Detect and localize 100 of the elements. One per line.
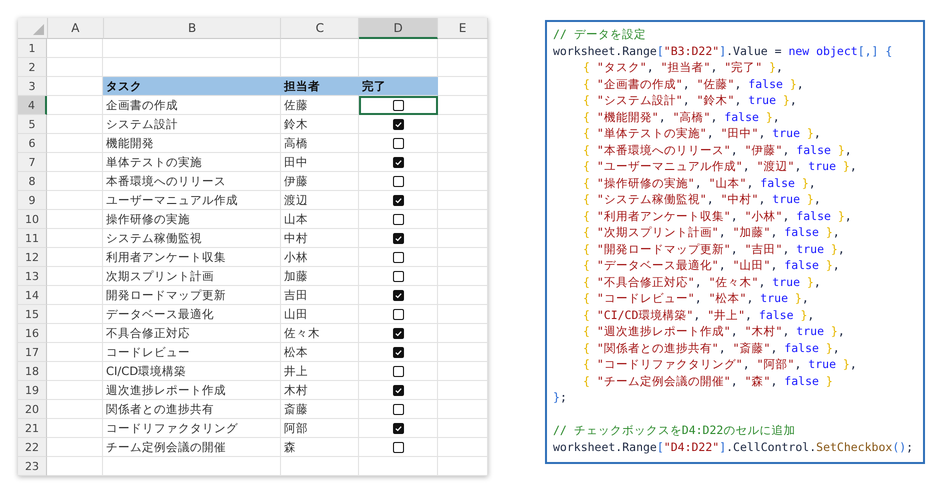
table-cell: 伊藤	[281, 172, 359, 191]
table-header-cell: 完了	[359, 77, 438, 96]
table-cell: 加藤	[281, 267, 359, 286]
row-header[interactable]: 19	[18, 381, 47, 400]
table-cell: データベース最適化	[103, 305, 281, 324]
row-header[interactable]: 14	[18, 286, 47, 305]
row-header[interactable]: 13	[18, 267, 47, 286]
table-cell: コードリファクタリング	[103, 419, 281, 438]
table-cell: 本番環境へのリリース	[103, 172, 281, 191]
code-line: // チェックボックスをD4:D22のセルに追加	[553, 422, 796, 438]
table-cell: 鈴木	[281, 115, 359, 134]
table-cell: 阿部	[281, 419, 359, 438]
row-header[interactable]: 18	[18, 362, 47, 381]
row-header[interactable]: 6	[18, 134, 47, 153]
row-header[interactable]: 8	[18, 172, 47, 191]
table-cell: 機能開発	[103, 134, 281, 153]
row-header[interactable]: 7	[18, 153, 47, 172]
row-header[interactable]: 16	[18, 324, 47, 343]
checkbox[interactable]	[392, 118, 404, 130]
table-cell: ユーザーマニュアル作成	[103, 191, 281, 210]
table-cell: システム稼働監視	[103, 229, 281, 248]
checkbox[interactable]	[392, 308, 404, 320]
table-cell: コードレビュー	[103, 343, 281, 362]
column-header[interactable]: D	[359, 18, 438, 39]
code-line: { "本番環境へのリリース", "伊藤", false },	[582, 142, 853, 158]
table-header-cell: タスク	[103, 77, 281, 96]
triangle-icon	[32, 24, 44, 35]
row-header[interactable]: 4	[18, 96, 47, 115]
table-cell: 木村	[281, 381, 359, 400]
table-cell: 開発ロードマップ更新	[103, 286, 281, 305]
row-header[interactable]: 3	[18, 77, 47, 96]
checkbox[interactable]	[392, 328, 404, 338]
checkbox[interactable]	[392, 176, 404, 186]
code-line: { "操作研修の実施", "山本", false },	[582, 174, 817, 191]
checkbox[interactable]	[392, 422, 404, 434]
code-line: { "コードレビュー", "松本", true },	[582, 290, 810, 306]
table-cell: 斎藤	[281, 400, 359, 419]
table-cell: 次期スプリント計画	[103, 267, 281, 286]
checkbox[interactable]	[392, 100, 404, 110]
row-header[interactable]: 20	[18, 400, 47, 419]
table-cell: 単体テストの実施	[103, 153, 281, 172]
row-header[interactable]: 10	[18, 210, 47, 229]
column-header[interactable]: E	[438, 18, 488, 39]
table-cell: CI/CD環境構築	[103, 362, 281, 381]
table-cell: 井上	[281, 362, 359, 381]
row-header[interactable]: 12	[18, 248, 47, 267]
checkbox[interactable]	[392, 366, 404, 376]
code-line: // データを設定	[553, 26, 647, 42]
column-header[interactable]: A	[48, 18, 104, 39]
code-line: { "企画書の作成", "佐藤", false },	[582, 76, 805, 92]
table-cell: 森	[281, 438, 359, 457]
checkbox[interactable]	[392, 214, 404, 224]
checkbox[interactable]	[392, 442, 404, 452]
code-line: worksheet.Range["D4:D22"].CellControl.SetCheckbox();	[553, 438, 914, 455]
row-header[interactable]: 5	[18, 115, 47, 134]
checkbox[interactable]	[392, 138, 404, 148]
code-line: { "開発ロードマップ更新", "吉田", true },	[582, 240, 846, 257]
row-header[interactable]: 1	[18, 39, 47, 58]
checkbox[interactable]	[392, 290, 404, 300]
code-line: { "機能開発", "高橋", false },	[582, 108, 781, 125]
table-header-cell: 担当者	[281, 77, 359, 96]
checkbox[interactable]	[392, 156, 404, 168]
code-line: { "コードリファクタリング", "阿部", true },	[582, 356, 858, 372]
row-header[interactable]: 23	[18, 457, 47, 476]
table-cell: 小林	[281, 248, 359, 267]
checkbox[interactable]	[392, 232, 404, 244]
table-cell: 中村	[281, 229, 359, 248]
code-line: { "システム稼働監視", "中村", true },	[582, 191, 822, 208]
row-header[interactable]: 22	[18, 438, 47, 457]
table-cell: 操作研修の実施	[103, 210, 281, 229]
code-line: { "次期スプリント計画", "加藤", false },	[582, 224, 841, 240]
row-header[interactable]: 15	[18, 305, 47, 324]
table-cell: 高橋	[281, 134, 359, 153]
checkbox[interactable]	[392, 194, 404, 206]
row-header[interactable]: 21	[18, 419, 47, 438]
table-cell: 吉田	[281, 286, 359, 305]
table-cell: 週次進捗レポート作成	[103, 381, 281, 400]
row-header[interactable]: 2	[18, 58, 47, 77]
code-line: { "週次進捗レポート作成", "木村", true },	[582, 323, 846, 340]
code-line: { "タスク", "担当者", "完了" },	[582, 59, 784, 76]
checkbox[interactable]	[392, 346, 404, 358]
row-header[interactable]: 11	[18, 229, 47, 248]
checkbox[interactable]	[392, 404, 404, 414]
column-header[interactable]: C	[281, 18, 360, 39]
code-line: { "データベース最適化", "山田", false },	[582, 257, 841, 274]
table-cell: 田中	[281, 153, 359, 172]
checkbox[interactable]	[392, 252, 404, 262]
table-cell: 企画書の作成	[103, 96, 281, 115]
row-header[interactable]: 9	[18, 191, 47, 210]
table-cell: 利用者アンケート収集	[103, 248, 281, 267]
code-line: { "チーム定例会議の開催", "森", false }	[582, 372, 834, 389]
row-header[interactable]: 17	[18, 343, 47, 362]
code-line: { "ユーザーマニュアル作成", "渡辺", true },	[582, 158, 858, 174]
code-line: { "システム設計", "鈴木", true },	[582, 92, 798, 108]
code-line: { "単体テストの実施", "田中", true },	[582, 125, 822, 142]
empty-cell	[438, 457, 488, 476]
checkbox[interactable]	[392, 384, 404, 396]
code-line: { "CI/CD環境構築", "井上", false },	[582, 306, 816, 323]
column-header[interactable]: B	[104, 18, 282, 39]
checkbox[interactable]	[392, 270, 404, 282]
